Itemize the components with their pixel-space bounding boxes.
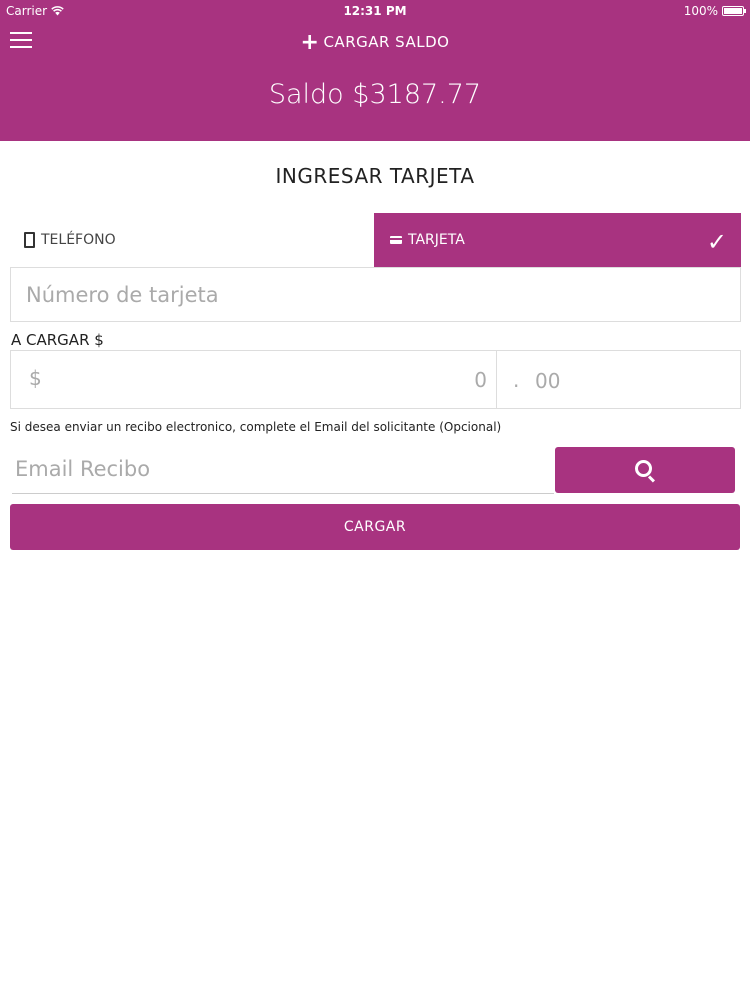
- header-bar: Carrier 12:31 PM 100% + CARGAR SALDO Sald…: [0, 0, 750, 141]
- card-number-field: [10, 267, 741, 322]
- credit-card-icon: [390, 236, 402, 244]
- load-submit-button[interactable]: CARGAR: [10, 504, 740, 550]
- amount-decimal-input[interactable]: [533, 351, 737, 410]
- phone-icon: [24, 232, 35, 248]
- plus-icon: +: [300, 30, 320, 55]
- checkmark-icon: ✓: [706, 228, 727, 256]
- balance-display: Saldo $3187.77: [268, 79, 482, 110]
- search-button[interactable]: [555, 447, 735, 493]
- battery-percent: 100%: [683, 4, 718, 18]
- page-title: INGRESAR TARJETA: [275, 164, 475, 188]
- email-receipt-note: Si desea enviar un recibo electronico, c…: [10, 420, 502, 434]
- load-balance-button[interactable]: + CARGAR SALDO: [0, 30, 750, 55]
- search-icon: [634, 459, 652, 477]
- payment-method-tabs: TELÉFONO TARJETA ✓: [10, 213, 741, 267]
- tab-card[interactable]: TARJETA ✓: [374, 213, 741, 267]
- tab-card-label: TARJETA: [408, 232, 465, 248]
- amount-decimal-field: .: [496, 350, 741, 410]
- tab-phone-label: TELÉFONO: [41, 232, 116, 248]
- load-balance-label: CARGAR SALDO: [323, 33, 450, 51]
- currency-symbol: $: [29, 366, 42, 390]
- status-time: 12:31 PM: [343, 4, 407, 18]
- decimal-separator: .: [513, 368, 520, 392]
- card-number-input[interactable]: [11, 268, 740, 321]
- amount-label: A CARGAR $: [11, 331, 104, 349]
- amount-integer-input[interactable]: [51, 351, 491, 408]
- battery-icon: [722, 6, 746, 16]
- amount-integer-field: $: [10, 350, 497, 409]
- email-receipt-input[interactable]: [12, 444, 554, 493]
- status-bar: Carrier 12:31 PM 100%: [0, 0, 750, 22]
- email-receipt-field: [12, 444, 554, 494]
- status-battery: 100%: [683, 4, 746, 18]
- tab-phone[interactable]: TELÉFONO: [10, 213, 374, 267]
